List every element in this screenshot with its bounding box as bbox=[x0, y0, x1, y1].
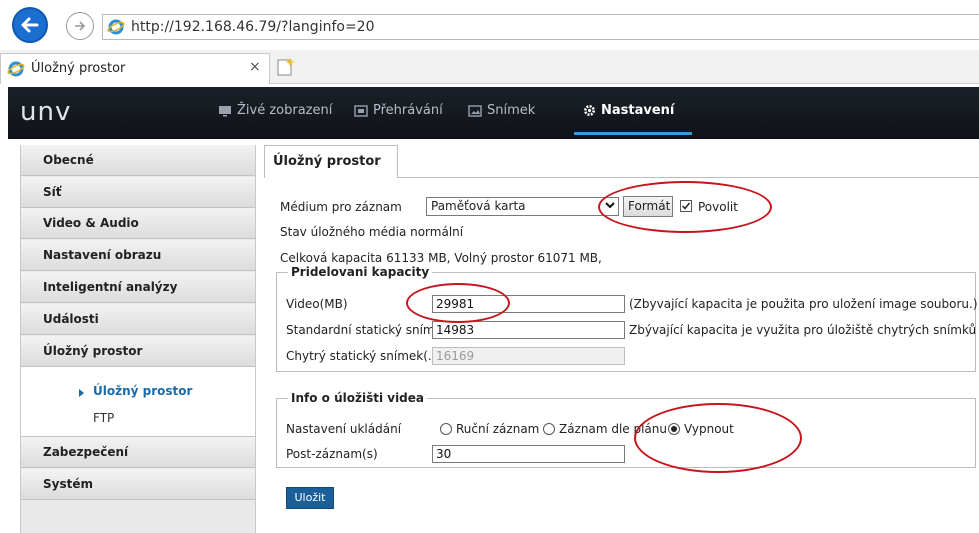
film-icon bbox=[354, 104, 368, 117]
save-button[interactable]: Uložit bbox=[286, 487, 334, 509]
browser-tab-title: Úložný prostor bbox=[31, 61, 126, 76]
nav-playback[interactable]: Přehrávání bbox=[354, 103, 443, 118]
capacity-text: Celková kapacita 61133 MB, Volný prostor… bbox=[280, 251, 602, 265]
annotation-ellipse-off bbox=[634, 403, 802, 473]
storage-settings-panel: Úložný prostor Médium pro záznam Paměťov… bbox=[262, 145, 979, 533]
gear-icon bbox=[584, 105, 595, 116]
active-nav-indicator bbox=[574, 132, 692, 135]
sidebar-item-storage[interactable]: Úložný prostor bbox=[21, 336, 255, 367]
capacity-allocation-legend: Pridelovani kapacity bbox=[288, 265, 433, 279]
sidebar-subitem-storage[interactable]: Úložný prostor bbox=[93, 384, 192, 398]
nav-label: Živé zobrazení bbox=[237, 103, 333, 118]
url-text: http://192.168.46.79/?langinfo=20 bbox=[131, 19, 375, 35]
annotation-ellipse-video bbox=[406, 283, 510, 323]
settings-sidebar: Obecné Síť Video & Audio Nastavení obraz… bbox=[20, 145, 256, 533]
standard-snapshot-label: Standardní statický sním... bbox=[286, 323, 447, 337]
new-tab-icon[interactable] bbox=[274, 56, 296, 78]
address-bar[interactable]: http://192.168.46.79/?langinfo=20 bbox=[102, 14, 979, 40]
recording-mode-label: Nastavení ukládání bbox=[286, 422, 402, 436]
video-storage-legend: Info o úložišti videa bbox=[288, 391, 428, 405]
nav-settings[interactable]: Nastavení bbox=[583, 103, 674, 118]
triangle-right-icon bbox=[79, 389, 84, 397]
sidebar-item-intelligent-analysis[interactable]: Inteligentní analýzy bbox=[21, 272, 255, 303]
sidebar-item-general[interactable]: Obecné bbox=[21, 145, 255, 176]
storage-submenu: Úložný prostor FTP bbox=[21, 367, 255, 437]
ie-logo-icon bbox=[107, 19, 125, 35]
browser-address-bar-row: http://192.168.46.79/?langinfo=20 bbox=[0, 0, 979, 50]
medium-label: Médium pro záznam bbox=[280, 200, 402, 214]
sidebar-item-system[interactable]: Systém bbox=[21, 469, 255, 500]
nav-live-view[interactable]: Živé zobrazení bbox=[218, 103, 332, 118]
post-record-input[interactable]: 30 bbox=[432, 445, 625, 463]
nav-label: Přehrávání bbox=[373, 103, 443, 118]
radio-manual-recording[interactable] bbox=[440, 423, 452, 435]
forward-button[interactable] bbox=[66, 12, 94, 40]
video-capacity-note: (Zbyvající kapacita je použita pro ulože… bbox=[629, 297, 978, 311]
app-header: unv Živé zobrazení Přehrávání Snímek Nas… bbox=[8, 87, 979, 139]
radio-scheduled-recording[interactable] bbox=[543, 423, 555, 435]
ie-logo-icon bbox=[7, 61, 25, 77]
post-record-label: Post-záznam(s) bbox=[286, 447, 378, 461]
tab-storage[interactable]: Úložný prostor bbox=[264, 145, 398, 178]
back-button[interactable] bbox=[12, 7, 48, 43]
standard-snapshot-input[interactable]: 14983 bbox=[432, 321, 625, 339]
video-capacity-label: Video(MB) bbox=[286, 297, 348, 311]
sidebar-item-video-audio[interactable]: Video & Audio bbox=[21, 208, 255, 239]
radio-manual-recording-label: Ruční záznam bbox=[456, 422, 540, 436]
nav-label: Snímek bbox=[487, 103, 536, 118]
browser-tab[interactable]: Úložný prostor × bbox=[0, 53, 270, 84]
browser-tab-strip: Úložný prostor × bbox=[0, 50, 979, 84]
arrow-left-icon bbox=[21, 17, 39, 33]
sidebar-subitem-ftp[interactable]: FTP bbox=[93, 411, 114, 425]
sidebar-item-image-settings[interactable]: Nastavení obrazu bbox=[21, 240, 255, 271]
arrow-right-icon bbox=[75, 21, 86, 31]
tab-divider bbox=[398, 177, 979, 178]
smart-snapshot-label: Chytrý statický snímek(... bbox=[286, 349, 440, 363]
medium-select[interactable]: Paměťová karta bbox=[426, 197, 619, 216]
annotation-ellipse-format bbox=[598, 181, 772, 233]
monitor-icon bbox=[219, 105, 231, 116]
brand-logo: unv bbox=[20, 97, 72, 127]
picture-icon bbox=[468, 104, 482, 117]
sidebar-item-security[interactable]: Zabezpečení bbox=[21, 437, 255, 468]
smart-snapshot-input: 16169 bbox=[432, 347, 625, 365]
close-icon[interactable]: × bbox=[249, 59, 261, 75]
standard-snapshot-note: Zbývající kapacita je využita pro úložiš… bbox=[629, 323, 977, 337]
nav-snapshot[interactable]: Snímek bbox=[468, 103, 535, 118]
sidebar-item-events[interactable]: Události bbox=[21, 304, 255, 335]
storage-status-text: Stav úložného média normální bbox=[280, 225, 464, 239]
sidebar-item-network[interactable]: Síť bbox=[21, 177, 255, 208]
medium-select-value: Paměťová karta bbox=[431, 199, 526, 213]
nav-label: Nastavení bbox=[601, 103, 675, 118]
